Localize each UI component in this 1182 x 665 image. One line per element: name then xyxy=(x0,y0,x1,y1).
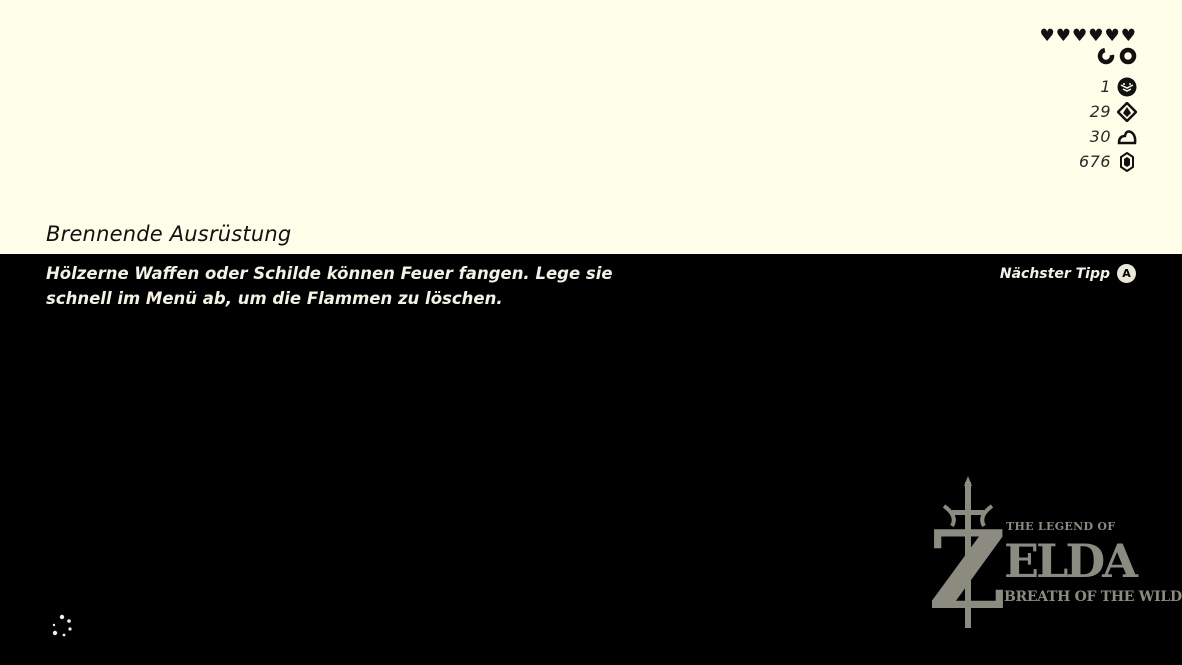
logo-initial: Z xyxy=(928,508,1007,634)
resource-row-rupees: 676 xyxy=(937,149,1137,174)
resource-count: 29 xyxy=(1089,102,1111,121)
loading-spinner-icon xyxy=(52,614,72,637)
next-tip-button[interactable]: Nächster Tipp A xyxy=(1000,264,1136,283)
heart-icon: ♥ xyxy=(1072,26,1088,46)
stamina-wheel-icon xyxy=(1119,47,1137,65)
resource-list: 1 29 30 676 xyxy=(937,74,1137,174)
heart-icon: ♥ xyxy=(1104,26,1120,46)
korok-seed-icon xyxy=(1117,77,1137,96)
next-tip-label: Nächster Tipp xyxy=(999,265,1110,282)
a-button-icon: A xyxy=(1117,264,1136,283)
resource-count: 1 xyxy=(1100,77,1111,96)
heart-icon: ♥ xyxy=(1120,26,1136,46)
hearts-container: ♥ ♥ ♥ ♥ ♥ ♥ xyxy=(1040,26,1137,46)
stamina-wheel-icon xyxy=(1097,47,1115,65)
heart-icon: ♥ xyxy=(1055,26,1071,46)
logo-line3: BREATH OF THE WILD xyxy=(1004,589,1182,605)
logo-line1: THE LEGEND OF xyxy=(1006,520,1116,533)
resource-row-korok-seeds: 1 xyxy=(937,74,1137,99)
rupee-icon xyxy=(1120,151,1134,172)
zelda-logo: Z THE LEGEND OF ELDA BREATH OF THE WILD xyxy=(928,476,1182,636)
resource-row-spirit-orbs: 29 xyxy=(937,99,1137,124)
resource-count: 30 xyxy=(1089,127,1111,146)
logo-main: ELDA xyxy=(1004,534,1138,588)
resource-count: 676 xyxy=(1078,152,1111,171)
spirit-orb-icon xyxy=(1117,101,1137,122)
heart-icon: ♥ xyxy=(1088,26,1104,46)
resource-row-poes: 30 xyxy=(937,124,1137,149)
stamina-wheels xyxy=(1097,47,1137,65)
top-panel: ♥ ♥ ♥ ♥ ♥ ♥ 1 29 30 676 Brennende Ausrüs… xyxy=(0,0,1182,254)
tip-body: Hölzerne Waffen oder Schilde können Feue… xyxy=(46,264,613,308)
poe-icon xyxy=(1117,129,1137,144)
tip-title: Brennende Ausrüstung xyxy=(46,222,292,246)
heart-icon: ♥ xyxy=(1039,26,1055,46)
